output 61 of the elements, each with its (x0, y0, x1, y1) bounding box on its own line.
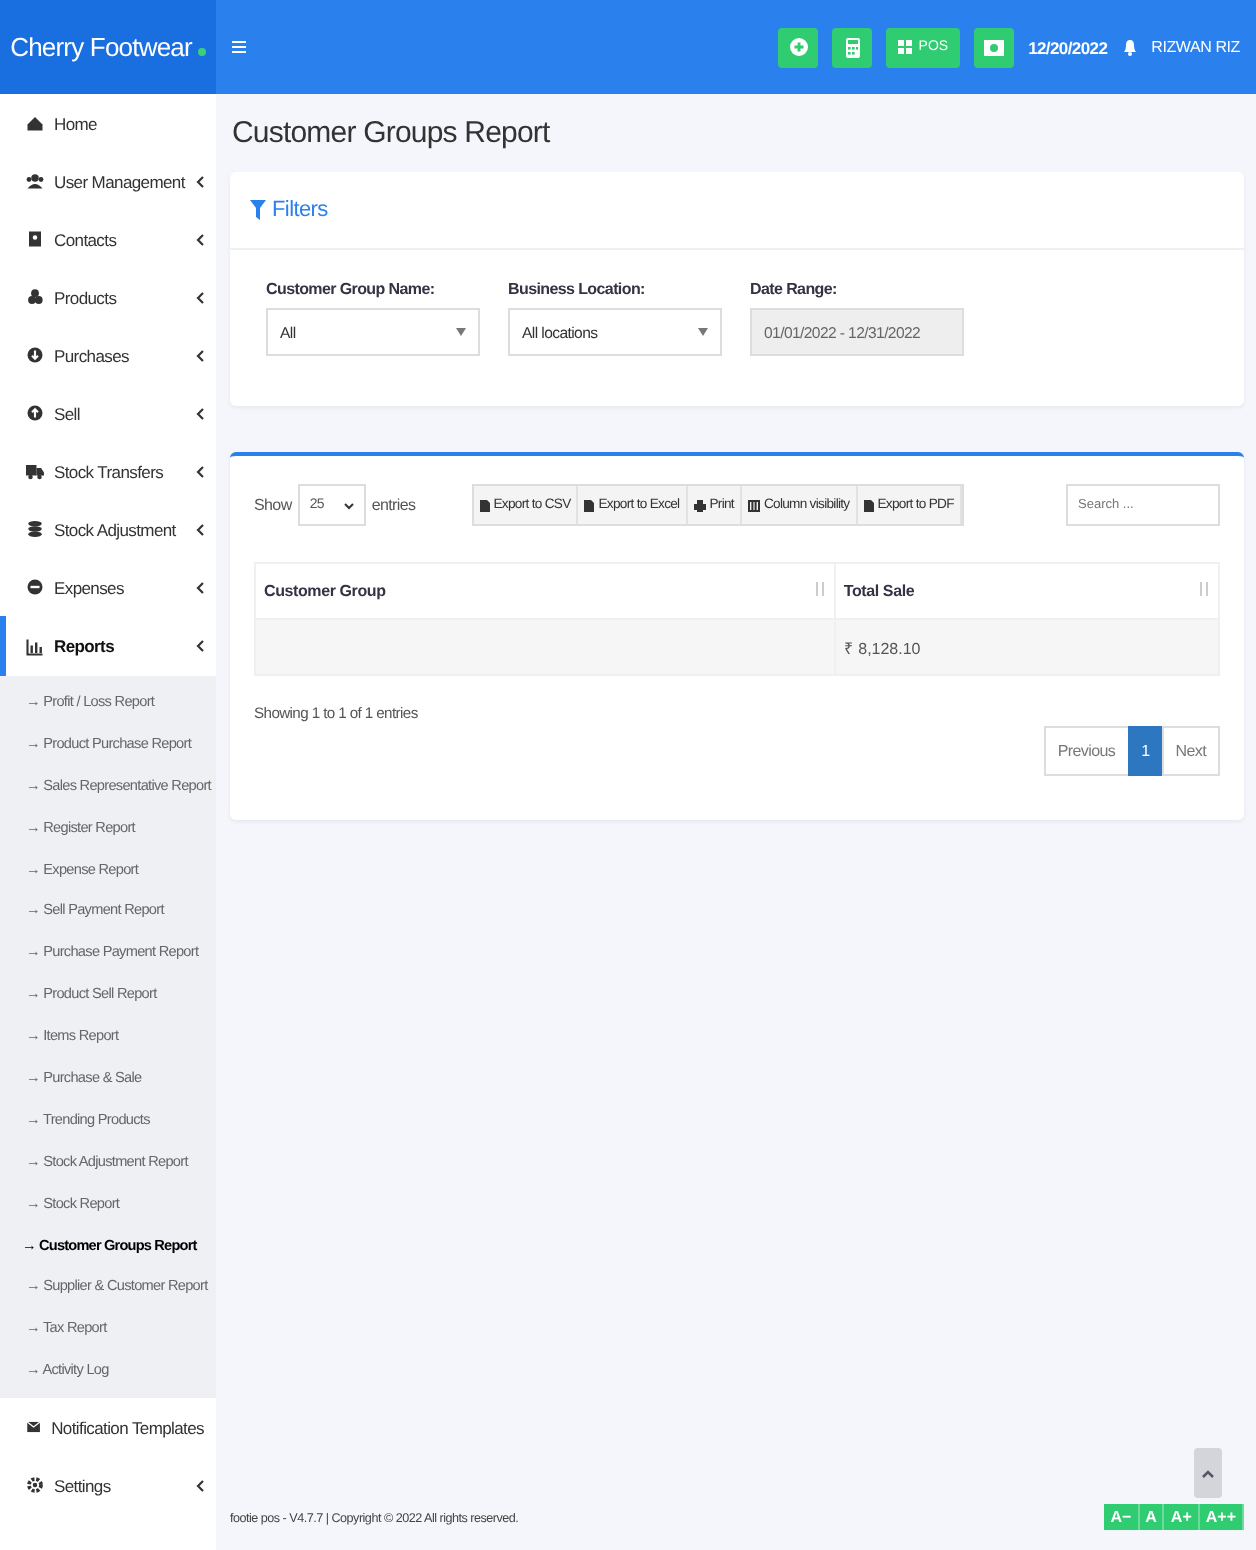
minus-circle-icon (26, 578, 44, 596)
sidebar-item[interactable]: Expenses (0, 558, 216, 616)
contact-card-icon (26, 230, 44, 248)
pagination-button[interactable]: 1 (1127, 726, 1164, 776)
column-header[interactable]: Customer Group (255, 563, 835, 619)
down-arrow-circle-icon (26, 346, 44, 364)
file-icon (584, 499, 595, 511)
sort-icon (813, 582, 826, 596)
sidebar-item[interactable]: Stock Transfers (0, 442, 216, 500)
users-icon (26, 172, 44, 190)
table-cell: ₹ 8,128.10 (834, 619, 1219, 675)
printer-icon (693, 499, 706, 511)
calculator-button[interactable] (832, 27, 873, 67)
sidebar-item[interactable]: Products (0, 268, 216, 326)
show-label: Show (254, 496, 292, 514)
grid-icon (898, 40, 913, 54)
add-button[interactable] (778, 27, 819, 67)
pagination-button[interactable]: Next (1161, 726, 1220, 776)
scroll-top-button[interactable] (1194, 1448, 1222, 1498)
sidebar-item[interactable]: Purchases (0, 326, 216, 384)
entries-label: entries (371, 496, 416, 514)
sidebar-item[interactable]: Notification Templates (0, 1398, 216, 1457)
panel-title[interactable]: Filters (272, 198, 328, 222)
field-label: Business Location: (508, 280, 647, 298)
columns-icon (747, 499, 760, 511)
caret-down-icon (456, 328, 466, 336)
sidebar-item[interactable]: User Management (0, 152, 216, 210)
funnel-icon (250, 200, 266, 220)
current-date: 12/20/2022 (1028, 37, 1108, 57)
database-icon (26, 520, 44, 538)
up-arrow-circle-icon (26, 404, 44, 422)
cubes-icon (26, 288, 44, 306)
bell-icon[interactable] (1121, 38, 1138, 56)
field-label: Date Range: (750, 280, 839, 298)
brand-logo[interactable]: Cherry Footwear (0, 0, 216, 94)
menu-icon[interactable] (232, 40, 246, 54)
bar-chart-icon (26, 637, 44, 655)
file-icon (479, 499, 490, 511)
pagination-button[interactable]: Previous (1043, 726, 1130, 776)
plus-circle-icon (789, 38, 808, 56)
page-title: Customer Groups Report (232, 116, 552, 150)
sort-icon (1198, 582, 1210, 596)
sidebar-item[interactable]: Contacts (0, 210, 216, 268)
file-icon (863, 499, 874, 511)
calculator-icon (845, 37, 860, 57)
sidebar-item[interactable]: Sell (0, 384, 216, 442)
caret-up-icon (1202, 1469, 1214, 1477)
sidebar-item[interactable]: Home (0, 94, 216, 152)
sidebar-item[interactable]: Stock Adjustment (0, 500, 216, 558)
cash-button[interactable] (974, 27, 1015, 67)
user-menu[interactable]: RIZWAN RIZ (1151, 38, 1240, 56)
truck-icon (26, 462, 44, 480)
house-icon (26, 114, 44, 132)
chevron-down-icon (343, 501, 354, 509)
sidebar-item[interactable]: Settings (0, 1456, 216, 1515)
field-label: Customer Group Name: (266, 280, 437, 298)
gear-icon (26, 1476, 44, 1495)
envelope-icon (26, 1418, 42, 1437)
column-header[interactable]: Total Sale (834, 563, 1219, 619)
caret-down-icon (698, 328, 708, 336)
banknote-icon (984, 39, 1005, 55)
